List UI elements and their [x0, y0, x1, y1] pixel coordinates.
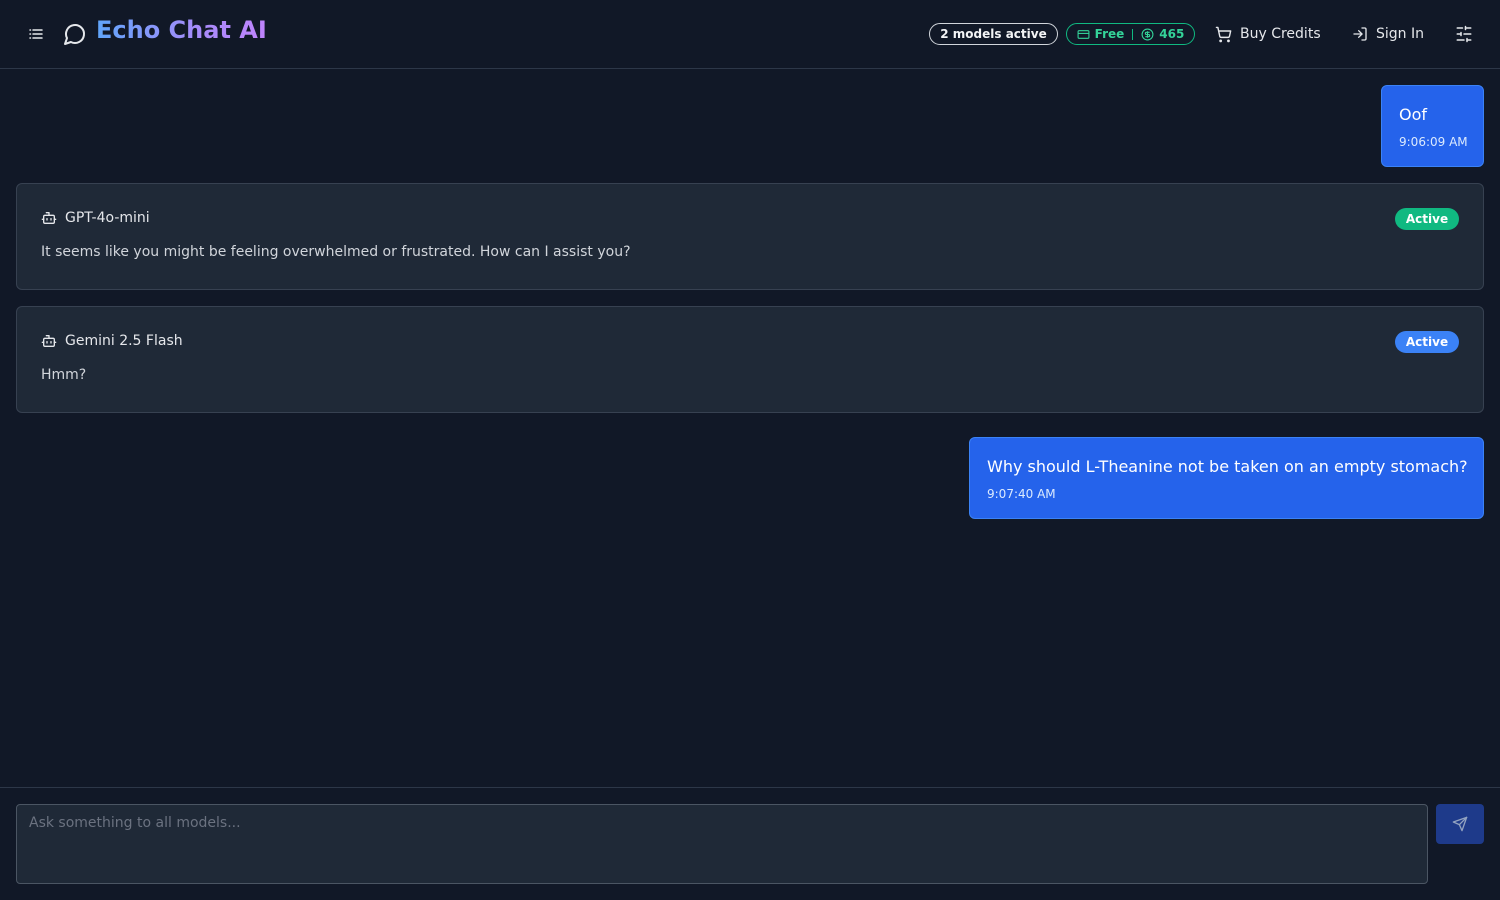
model-response-text: It seems like you might be feeling overw… [41, 244, 631, 260]
model-response-card: Gemini 2.5 Flash Active Hmm? [16, 306, 1484, 413]
send-icon [1452, 816, 1468, 832]
sliders-icon[interactable] [1455, 25, 1473, 43]
buy-credits-button[interactable]: Buy Credits [1215, 22, 1321, 46]
bot-icon [41, 335, 57, 347]
plan-credits-badge[interactable]: Free 465 [1066, 23, 1195, 45]
credits-count: 465 [1159, 27, 1185, 41]
chat-bubble-icon [64, 24, 85, 45]
credit-card-icon [1077, 29, 1090, 39]
model-name: Gemini 2.5 Flash [65, 333, 183, 349]
app-title: Echo Chat AI [96, 16, 267, 44]
model-header: GPT-4o-mini [41, 210, 150, 226]
list-icon [29, 29, 43, 39]
sign-in-icon [1353, 27, 1367, 41]
composer [0, 787, 1500, 900]
user-message: Oof 9:06:09 AM [1381, 85, 1484, 167]
models-active-badge: 2 models active [929, 23, 1058, 45]
sign-in-label: Sign In [1376, 26, 1424, 42]
status-badge: Active [1395, 331, 1459, 353]
user-message-text: Oof [1399, 105, 1428, 124]
buy-credits-label: Buy Credits [1240, 26, 1321, 42]
prompt-input[interactable] [16, 804, 1428, 884]
user-message-time: 9:07:40 AM [987, 487, 1056, 501]
cart-icon [1215, 26, 1232, 42]
status-badge: Active [1395, 208, 1459, 230]
model-name: GPT-4o-mini [65, 210, 150, 226]
badge-divider [1132, 28, 1134, 40]
model-response-card: GPT-4o-mini Active It seems like you mig… [16, 183, 1484, 290]
user-message-text: Why should L-Theanine not be taken on an… [987, 457, 1468, 476]
header: Echo Chat AI 2 models active Free 465 Bu… [0, 0, 1500, 69]
sign-in-button[interactable]: Sign In [1352, 22, 1424, 46]
bot-icon [41, 212, 57, 224]
send-button[interactable] [1436, 804, 1484, 844]
dollar-icon [1141, 28, 1154, 40]
model-response-text: Hmm? [41, 367, 87, 383]
user-message: Why should L-Theanine not be taken on an… [969, 437, 1484, 519]
menu-toggle-button[interactable] [27, 25, 45, 43]
user-message-time: 9:06:09 AM [1399, 135, 1468, 149]
model-header: Gemini 2.5 Flash [41, 333, 183, 349]
plan-label: Free [1094, 27, 1125, 41]
